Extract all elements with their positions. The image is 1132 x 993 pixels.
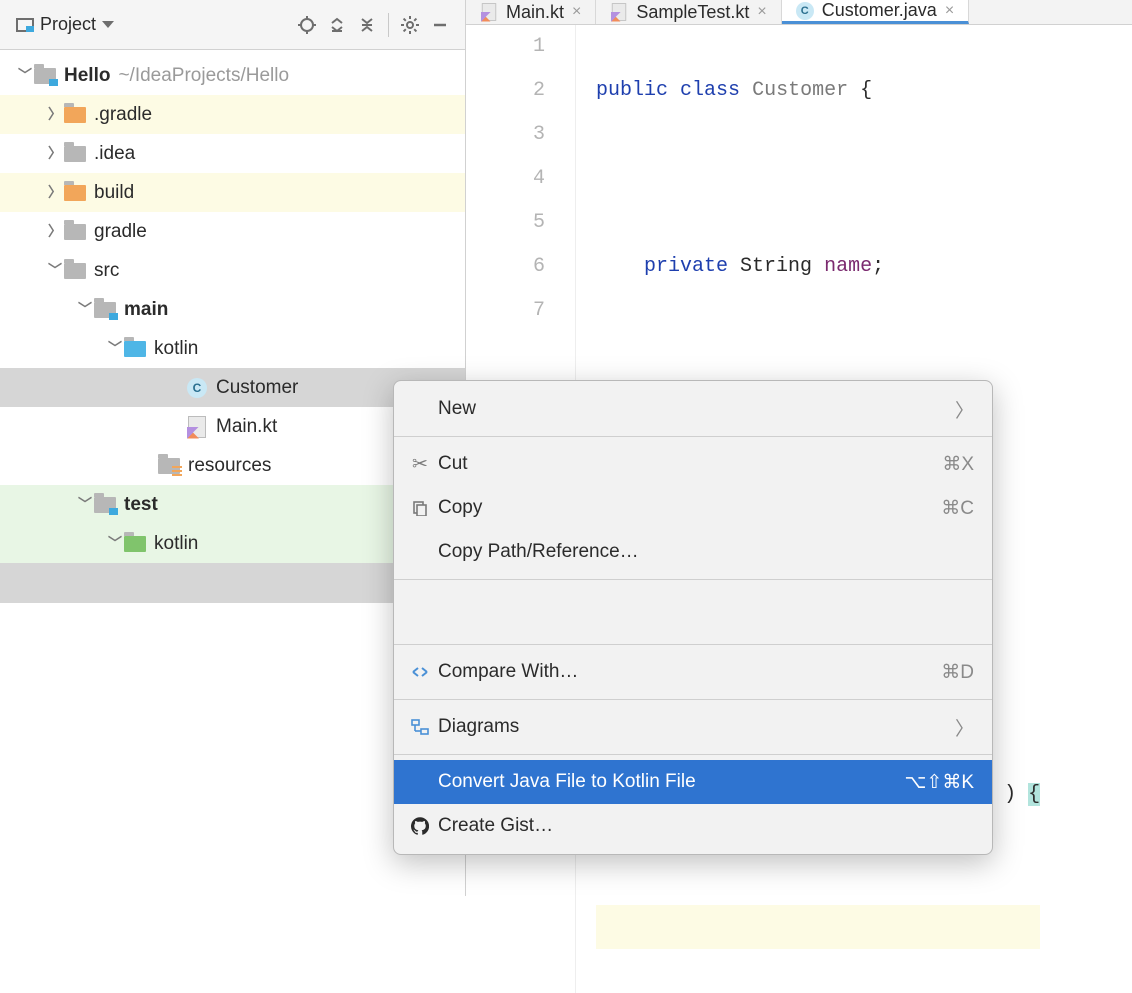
line-num: 6 <box>466 245 545 289</box>
tab-label: SampleTest.kt <box>636 2 749 23</box>
source-folder-icon <box>124 341 146 357</box>
folder-icon <box>64 146 86 162</box>
tree-label: Customer <box>216 377 298 399</box>
shortcut: ⌘D <box>941 661 974 684</box>
folder-icon <box>64 185 86 201</box>
collapse-all-icon[interactable] <box>352 10 382 40</box>
folder-icon <box>64 107 86 123</box>
tree-label: build <box>94 182 134 204</box>
project-selector[interactable]: Project <box>10 12 120 37</box>
tree-node-main[interactable]: main <box>0 290 465 329</box>
locate-icon[interactable] <box>292 10 322 40</box>
menu-copy-path[interactable]: Copy Path/Reference… <box>394 530 992 574</box>
tab-customer-java[interactable]: C Customer.java × <box>782 0 969 24</box>
tree-label: gradle <box>94 221 147 243</box>
kotlin-file-icon <box>188 416 206 438</box>
menu-diagrams[interactable]: Diagrams 〉 <box>394 705 992 749</box>
menu-label: Convert Java File to Kotlin File <box>434 771 905 793</box>
chevron-right-icon: 〉 <box>955 714 974 741</box>
menu-label: Copy Path/Reference… <box>434 541 974 563</box>
project-label: Project <box>40 14 96 35</box>
tab-label: Customer.java <box>822 0 937 21</box>
tree-label: test <box>124 494 158 516</box>
editor-tabs: Main.kt × SampleTest.kt × C Customer.jav… <box>466 0 1132 25</box>
line-num: 7 <box>466 289 545 333</box>
line-num: 4 <box>466 157 545 201</box>
tab-main-kt[interactable]: Main.kt × <box>466 0 596 24</box>
context-menu: New 〉 ✂ Cut ⌘X Copy ⌘C Copy Path/Referen… <box>393 380 993 855</box>
tree-label: Hello <box>64 65 110 87</box>
compare-icon <box>406 664 434 680</box>
shortcut: ⌘C <box>941 497 974 520</box>
menu-label: Create Gist… <box>434 815 974 837</box>
line-num: 5 <box>466 201 545 245</box>
diagram-icon <box>406 719 434 735</box>
close-icon[interactable]: × <box>757 3 766 21</box>
menu-compare[interactable]: Compare With… ⌘D <box>394 650 992 694</box>
java-class-icon: C <box>796 2 814 20</box>
chevron-right-icon: 〉 <box>955 396 974 423</box>
menu-label: Diagrams <box>434 716 955 738</box>
minimize-icon[interactable] <box>425 10 455 40</box>
module-icon <box>34 68 56 84</box>
shortcut: ⌘X <box>942 453 974 476</box>
tab-label: Main.kt <box>506 2 564 23</box>
tree-label: src <box>94 260 119 282</box>
tree-label: resources <box>188 455 271 477</box>
test-folder-icon <box>124 536 146 552</box>
tree-label: main <box>124 299 168 321</box>
shortcut: ⌥⇧⌘K <box>905 771 975 794</box>
tab-sampletest-kt[interactable]: SampleTest.kt × <box>596 0 781 24</box>
tree-label: .gradle <box>94 104 152 126</box>
resources-folder-icon <box>158 458 180 474</box>
copy-icon <box>406 500 434 516</box>
menu-copy[interactable]: Copy ⌘C <box>394 486 992 530</box>
tree-label: kotlin <box>154 533 198 555</box>
folder-icon <box>64 263 86 279</box>
tree-node-idea[interactable]: .idea <box>0 134 465 173</box>
tree-label: .idea <box>94 143 135 165</box>
tree-path: ~/IdeaProjects/Hello <box>118 65 289 87</box>
module-icon <box>94 302 116 318</box>
line-num: 1 <box>466 25 545 69</box>
menu-create-gist[interactable]: Create Gist… <box>394 804 992 848</box>
line-num: 3 <box>466 113 545 157</box>
tree-node-gradle[interactable]: gradle <box>0 212 465 251</box>
github-icon <box>406 817 434 835</box>
close-icon[interactable]: × <box>945 2 954 20</box>
scissors-icon: ✂ <box>406 453 434 476</box>
kotlin-file-icon <box>612 3 626 21</box>
menu-label: Compare With… <box>434 661 941 683</box>
project-icon <box>16 18 34 32</box>
expand-all-icon[interactable] <box>322 10 352 40</box>
menu-convert-kotlin[interactable]: Convert Java File to Kotlin File ⌥⇧⌘K <box>394 760 992 804</box>
menu-label: New <box>434 398 955 420</box>
tree-node-gradle-dot[interactable]: .gradle <box>0 95 465 134</box>
close-icon[interactable]: × <box>572 3 581 21</box>
chevron-down-icon <box>102 21 114 28</box>
kotlin-file-icon <box>482 3 496 21</box>
menu-label: Cut <box>434 453 942 475</box>
tree-root[interactable]: Hello ~/IdeaProjects/Hello <box>0 56 465 95</box>
tree-node-src[interactable]: src <box>0 251 465 290</box>
module-icon <box>94 497 116 513</box>
tree-node-build[interactable]: build <box>0 173 465 212</box>
tree-node-kotlin-main[interactable]: kotlin <box>0 329 465 368</box>
menu-label: Copy <box>434 497 941 519</box>
folder-icon <box>64 224 86 240</box>
menu-new[interactable]: New 〉 <box>394 387 992 431</box>
gear-icon[interactable] <box>395 10 425 40</box>
tree-label: Main.kt <box>216 416 277 438</box>
java-class-icon: C <box>187 378 207 398</box>
line-num: 2 <box>466 69 545 113</box>
tree-label: kotlin <box>154 338 198 360</box>
project-toolbar: Project <box>0 0 465 50</box>
menu-cut[interactable]: ✂ Cut ⌘X <box>394 442 992 486</box>
